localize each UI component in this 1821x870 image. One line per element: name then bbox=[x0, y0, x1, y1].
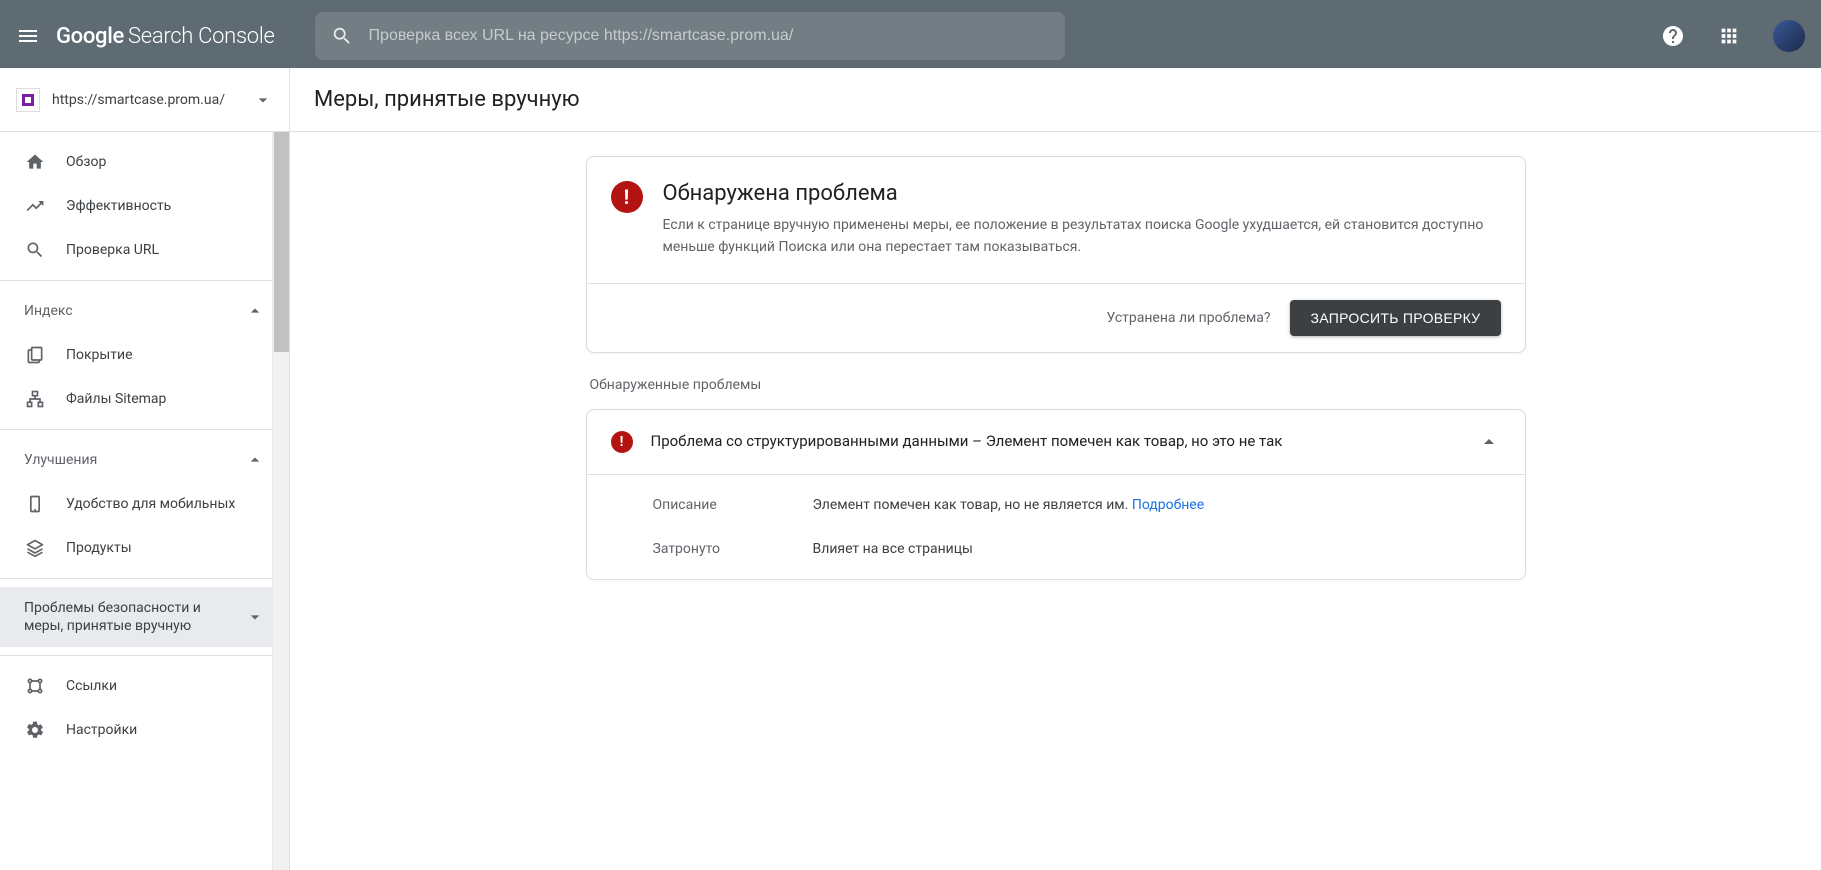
sidebar-item-label: Файлы Sitemap bbox=[66, 391, 166, 407]
section-label: Проблемы безопасности и меры, принятые в… bbox=[24, 599, 204, 635]
alert-error-icon: ! bbox=[611, 181, 643, 213]
issue-row-label: Описание bbox=[653, 497, 813, 513]
issue-title: Проблема со структурированными данными –… bbox=[651, 431, 1459, 452]
apps-grid-icon[interactable] bbox=[1709, 16, 1749, 56]
sidebar-item-label: Обзор bbox=[66, 154, 106, 170]
sidebar-section-enhancements[interactable]: Улучшения bbox=[0, 438, 289, 482]
issue-row-affected: Затронуто Влияет на все страницы bbox=[587, 527, 1525, 571]
sidebar-scrollbar[interactable] bbox=[272, 132, 289, 870]
issue-card: ! Проблема со структурированными данными… bbox=[586, 409, 1526, 580]
section-label: Индекс bbox=[24, 303, 73, 319]
sidebar-section-security-manual[interactable]: Проблемы безопасности и меры, принятые в… bbox=[0, 587, 289, 647]
hamburger-menu-icon[interactable] bbox=[16, 24, 40, 48]
sidebar-section-index[interactable]: Индекс bbox=[0, 289, 289, 333]
sidebar-item-sitemaps[interactable]: Файлы Sitemap bbox=[0, 377, 277, 421]
alert-card: ! Обнаружена проблема Если к странице вр… bbox=[586, 156, 1526, 353]
sidebar-item-url-inspection[interactable]: Проверка URL bbox=[0, 228, 277, 272]
url-search-input[interactable] bbox=[369, 27, 1049, 45]
links-icon bbox=[24, 675, 46, 697]
chevron-down-icon bbox=[245, 607, 265, 627]
content-header: Меры, принятые вручную bbox=[290, 68, 1821, 132]
sidebar: https://smartcase.prom.ua/ Обзор Эффекти… bbox=[0, 68, 290, 870]
account-avatar[interactable] bbox=[1773, 20, 1805, 52]
pages-icon bbox=[24, 344, 46, 366]
issue-body: Описание Элемент помечен как товар, но н… bbox=[587, 474, 1525, 579]
sidebar-item-mobile-usability[interactable]: Удобство для мобильных bbox=[0, 482, 277, 526]
url-search-container[interactable] bbox=[315, 12, 1065, 60]
nav-divider bbox=[0, 578, 289, 579]
sidebar-item-label: Продукты bbox=[66, 540, 132, 556]
issues-section-label: Обнаруженные проблемы bbox=[590, 377, 1526, 393]
dropdown-arrow-icon bbox=[253, 90, 273, 110]
issue-row-label: Затронуто bbox=[653, 541, 813, 557]
gear-icon bbox=[24, 719, 46, 741]
app-header: Google Search Console bbox=[0, 4, 1821, 68]
learn-more-link[interactable]: Подробнее bbox=[1132, 497, 1204, 513]
alert-footer-question: Устранена ли проблема? bbox=[1106, 310, 1270, 326]
sidebar-item-settings[interactable]: Настройки bbox=[0, 708, 277, 752]
magnifier-icon bbox=[24, 239, 46, 261]
home-icon bbox=[24, 151, 46, 173]
request-review-button[interactable]: ЗАПРОСИТЬ ПРОВЕРКУ bbox=[1290, 300, 1500, 336]
layers-icon bbox=[24, 537, 46, 559]
sidebar-item-label: Проверка URL bbox=[66, 242, 159, 258]
issue-row-value: Элемент помечен как товар, но не являетс… bbox=[813, 497, 1205, 513]
sidebar-item-coverage[interactable]: Покрытие bbox=[0, 333, 277, 377]
sidebar-nav: Обзор Эффективность Проверка URL Индекс … bbox=[0, 132, 289, 870]
property-favicon bbox=[16, 88, 40, 112]
trending-icon bbox=[24, 195, 46, 217]
issue-header[interactable]: ! Проблема со структурированными данными… bbox=[587, 410, 1525, 474]
nav-divider bbox=[0, 429, 289, 430]
issue-error-icon: ! bbox=[611, 431, 633, 453]
search-icon bbox=[331, 25, 353, 47]
nav-divider bbox=[0, 655, 289, 656]
content-body: ! Обнаружена проблема Если к странице вр… bbox=[290, 132, 1821, 870]
sitemap-icon bbox=[24, 388, 46, 410]
sidebar-item-overview[interactable]: Обзор bbox=[0, 140, 277, 184]
sidebar-item-label: Ссылки bbox=[66, 678, 117, 694]
sidebar-item-links[interactable]: Ссылки bbox=[0, 664, 277, 708]
property-selector[interactable]: https://smartcase.prom.ua/ bbox=[0, 68, 289, 132]
issue-description-text: Элемент помечен как товар, но не являетс… bbox=[813, 497, 1132, 513]
sidebar-item-performance[interactable]: Эффективность bbox=[0, 184, 277, 228]
logo-google-text: Google bbox=[56, 24, 124, 49]
content-area: Меры, принятые вручную ! Обнаружена проб… bbox=[290, 68, 1821, 870]
chevron-up-icon bbox=[245, 450, 265, 470]
page-title: Меры, принятые вручную bbox=[314, 87, 580, 112]
issue-row-value: Влияет на все страницы bbox=[813, 541, 973, 557]
product-logo: Google Search Console bbox=[56, 24, 275, 49]
sidebar-item-label: Эффективность bbox=[66, 198, 171, 214]
property-url: https://smartcase.prom.ua/ bbox=[52, 92, 241, 108]
alert-title: Обнаружена проблема bbox=[663, 181, 1501, 206]
sidebar-item-label: Настройки bbox=[66, 722, 137, 738]
nav-divider bbox=[0, 280, 289, 281]
sidebar-item-products[interactable]: Продукты bbox=[0, 526, 277, 570]
chevron-up-icon bbox=[1477, 430, 1501, 454]
section-label: Улучшения bbox=[24, 452, 97, 468]
issue-row-description: Описание Элемент помечен как товар, но н… bbox=[587, 483, 1525, 527]
mobile-icon bbox=[24, 493, 46, 515]
logo-product-text: Search Console bbox=[128, 24, 275, 49]
sidebar-item-label: Удобство для мобильных bbox=[66, 496, 235, 512]
alert-description: Если к странице вручную применены меры, … bbox=[663, 214, 1501, 259]
sidebar-item-label: Покрытие bbox=[66, 347, 133, 363]
chevron-up-icon bbox=[245, 301, 265, 321]
help-icon[interactable] bbox=[1653, 16, 1693, 56]
